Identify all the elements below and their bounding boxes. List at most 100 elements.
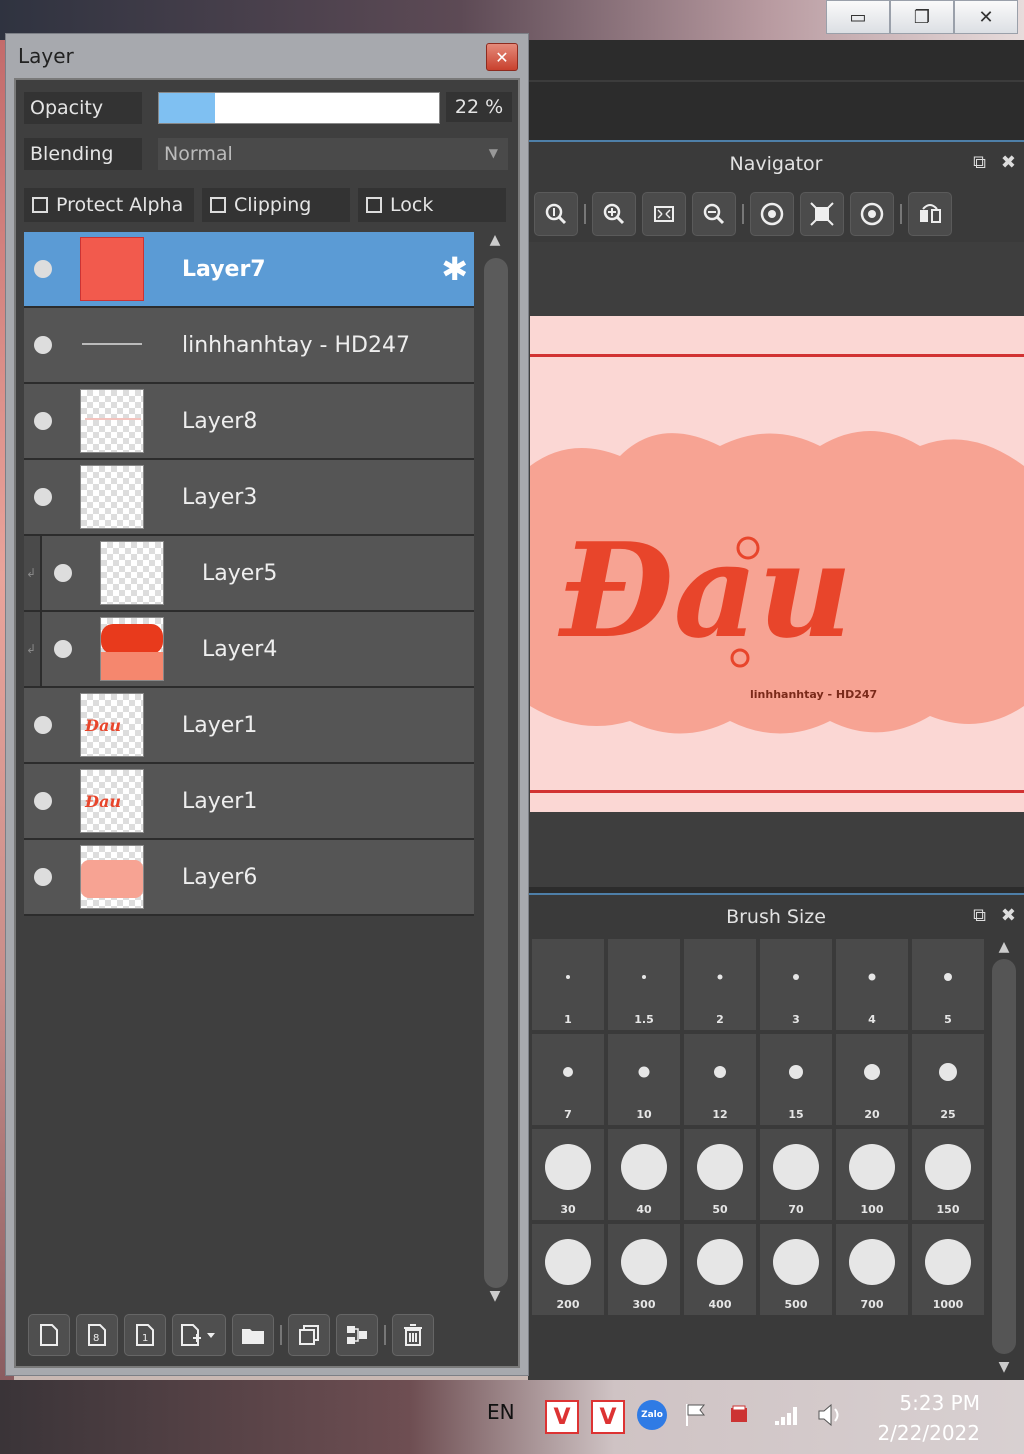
layer-row[interactable]: linhhanhtay - HD247 — [24, 308, 474, 384]
brush-size-label: 40 — [636, 1203, 652, 1216]
brush-size-cell[interactable]: 200 — [532, 1224, 604, 1315]
brush-size-cell[interactable]: 5 — [912, 939, 984, 1030]
opacity-slider[interactable] — [158, 92, 440, 124]
new-1bit-layer-icon[interactable]: 1 — [124, 1314, 166, 1356]
flag-icon[interactable] — [681, 1400, 711, 1430]
zoom-out-icon[interactable] — [692, 192, 736, 236]
undock-icon[interactable]: ⧉ — [973, 905, 986, 926]
scroll-up-icon[interactable]: ▲ — [480, 232, 510, 248]
zoom-actual-icon[interactable] — [534, 192, 578, 236]
clock-time: 5:23 PM — [899, 1391, 980, 1415]
scroll-up-icon[interactable]: ▲ — [989, 939, 1019, 955]
layer-thumbnail — [100, 541, 164, 605]
new-layer-icon[interactable] — [28, 1314, 70, 1356]
visibility-toggle-icon[interactable] — [34, 716, 52, 734]
undock-icon[interactable]: ⧉ — [973, 152, 986, 173]
zoom-in-icon[interactable] — [592, 192, 636, 236]
scroll-down-icon[interactable]: ▼ — [480, 1288, 510, 1304]
visibility-toggle-icon[interactable] — [34, 260, 52, 278]
blending-select[interactable]: Normal ▼ — [158, 138, 508, 170]
brush-size-cell[interactable]: 12 — [684, 1034, 756, 1125]
rotate-left-icon[interactable] — [750, 192, 794, 236]
lock-checkbox[interactable]: Lock — [358, 188, 506, 222]
merge-down-icon[interactable] — [336, 1314, 378, 1356]
brush-size-cell[interactable]: 1000 — [912, 1224, 984, 1315]
flip-icon[interactable] — [908, 192, 952, 236]
brush-size-cell[interactable]: 700 — [836, 1224, 908, 1315]
gear-icon[interactable]: ✱ — [441, 251, 468, 287]
taskbar-clock[interactable]: 5:23 PM 2/22/2022 — [870, 1388, 980, 1448]
visibility-toggle-icon[interactable] — [34, 868, 52, 886]
network-alert-icon[interactable] — [725, 1400, 755, 1430]
vietkey-icon[interactable]: V — [545, 1400, 579, 1434]
layer-row[interactable]: Layer6 — [24, 840, 474, 916]
layer-row[interactable]: Đau Layer1 — [24, 688, 474, 764]
add-layer-menu-icon[interactable] — [172, 1314, 226, 1356]
layer-name: Layer1 — [182, 788, 258, 814]
close-panel-icon[interactable]: ✖ — [1001, 152, 1016, 173]
new-8bit-layer-icon[interactable]: 8 — [76, 1314, 118, 1356]
svg-text:8: 8 — [93, 1333, 99, 1344]
brush-size-cell[interactable]: 15 — [760, 1034, 832, 1125]
layer-name: Layer1 — [182, 712, 258, 738]
brush-size-cell[interactable]: 150 — [912, 1129, 984, 1220]
layer-name: Layer6 — [182, 864, 258, 890]
close-layer-window-button[interactable]: ✕ — [486, 43, 518, 71]
brush-size-cell[interactable]: 50 — [684, 1129, 756, 1220]
visibility-toggle-icon[interactable] — [34, 412, 52, 430]
restore-button[interactable]: ❐ — [890, 0, 954, 34]
reset-view-icon[interactable] — [800, 192, 844, 236]
layer-row[interactable]: ↲ Layer5 — [24, 536, 474, 612]
layer-row[interactable]: Layer3 — [24, 460, 474, 536]
brush-size-cell[interactable]: 500 — [760, 1224, 832, 1315]
folder-icon[interactable] — [232, 1314, 274, 1356]
brush-size-preview — [793, 974, 799, 981]
visibility-toggle-icon[interactable] — [54, 564, 72, 582]
brush-size-cell[interactable]: 25 — [912, 1034, 984, 1125]
rotate-right-icon[interactable] — [850, 192, 894, 236]
brush-size-cell[interactable]: 3 — [760, 939, 832, 1030]
close-panel-icon[interactable]: ✖ — [1001, 905, 1016, 926]
visibility-toggle-icon[interactable] — [54, 640, 72, 658]
layer-thumbnail — [80, 465, 144, 529]
language-indicator[interactable]: EN — [487, 1400, 515, 1424]
brush-size-cell[interactable]: 100 — [836, 1129, 908, 1220]
clipping-checkbox[interactable]: Clipping — [202, 188, 350, 222]
brush-size-cell[interactable]: 1.5 — [608, 939, 680, 1030]
fit-icon[interactable] — [642, 192, 686, 236]
brush-size-cell[interactable]: 70 — [760, 1129, 832, 1220]
brush-size-cell[interactable]: 2 — [684, 939, 756, 1030]
brush-size-cell[interactable]: 400 — [684, 1224, 756, 1315]
volume-icon[interactable] — [815, 1400, 845, 1430]
visibility-toggle-icon[interactable] — [34, 336, 52, 354]
navigator-preview[interactable]: Đau linhhanhtay - HD247 — [528, 242, 1024, 887]
layer-list: Layer7 ✱ linhhanhtay - HD247 Layer8 Layer3 ↲ L… — [24, 232, 474, 916]
brush-size-cell[interactable]: 7 — [532, 1034, 604, 1125]
visibility-toggle-icon[interactable] — [34, 488, 52, 506]
protect-alpha-checkbox[interactable]: Protect Alpha — [24, 188, 194, 222]
zalo-icon[interactable]: Zalo — [637, 1400, 667, 1430]
minimize-button[interactable]: ▭ — [826, 0, 890, 34]
brush-size-cell[interactable]: 1 — [532, 939, 604, 1030]
brush-size-label: 20 — [864, 1108, 880, 1121]
brush-size-cell[interactable]: 300 — [608, 1224, 680, 1315]
brush-size-cell[interactable]: 4 — [836, 939, 908, 1030]
brush-size-cell[interactable]: 40 — [608, 1129, 680, 1220]
layer-row[interactable]: ↲ Layer4 — [24, 612, 474, 688]
unikey-icon[interactable]: V — [591, 1400, 625, 1434]
visibility-toggle-icon[interactable] — [34, 792, 52, 810]
brush-size-grid: 1 1.5 2 3 4 5 7 10 12 15 20 25 30 40 50 70 100 150 200 300 4… — [532, 939, 984, 1315]
delete-icon[interactable] — [392, 1314, 434, 1356]
signal-icon[interactable] — [772, 1400, 802, 1430]
close-button[interactable]: ✕ — [954, 0, 1018, 34]
brush-size-cell[interactable]: 10 — [608, 1034, 680, 1125]
layer-row[interactable]: Đau Layer1 — [24, 764, 474, 840]
layer-list-scrollbar[interactable]: ▲ ▼ — [478, 232, 512, 1312]
brush-size-cell[interactable]: 20 — [836, 1034, 908, 1125]
brush-scrollbar[interactable]: ▲ ▼ — [989, 939, 1019, 1379]
duplicate-icon[interactable] — [288, 1314, 330, 1356]
scroll-down-icon[interactable]: ▼ — [989, 1359, 1019, 1375]
layer-row[interactable]: Layer8 — [24, 384, 474, 460]
layer-row[interactable]: Layer7 ✱ — [24, 232, 474, 308]
brush-size-cell[interactable]: 30 — [532, 1129, 604, 1220]
